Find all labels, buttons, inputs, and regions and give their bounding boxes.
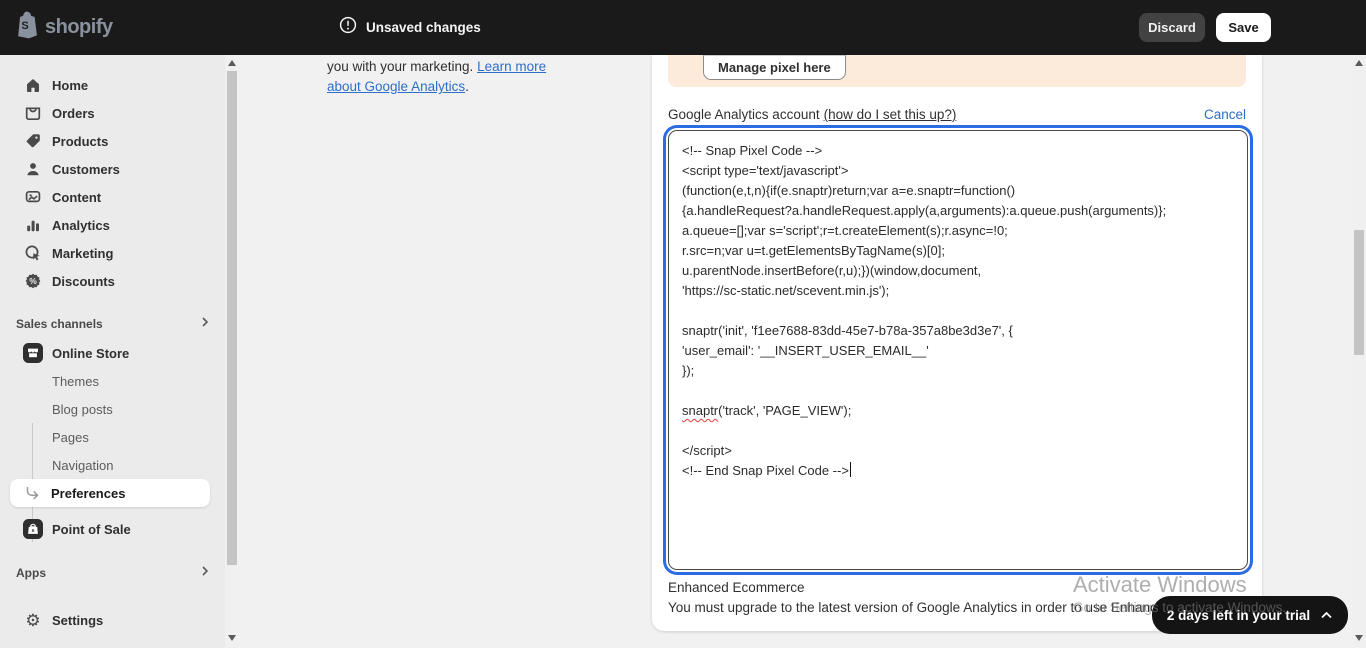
code-line: snaptr('track', 'PAGE_VIEW');: [682, 403, 852, 418]
cancel-link[interactable]: Cancel: [1204, 107, 1246, 122]
chevron-right-icon: [200, 315, 210, 333]
pixel-warning-banner: Manage pixel here: [668, 55, 1246, 87]
text-cursor: [849, 462, 852, 477]
how-do-i-set-this-up-link[interactable]: (how do I set this up?): [824, 107, 957, 122]
target-cursor-icon: [23, 243, 43, 263]
code-line: snaptr('init', 'f1ee7688-83dd-45e7-b78a-…: [682, 323, 1013, 338]
bar-chart-icon: [23, 215, 43, 235]
person-icon: [23, 159, 43, 179]
sidebar-header-apps[interactable]: Apps: [16, 559, 210, 587]
enhanced-ecommerce-title: Enhanced Ecommerce: [668, 580, 805, 595]
chevron-right-icon: [200, 564, 210, 582]
code-line: </script>: [682, 443, 732, 458]
sidebar-item-discounts[interactable]: % Discounts: [8, 267, 217, 295]
code-line: <script type='text/javascript'>: [682, 163, 849, 178]
svg-text:S: S: [21, 20, 28, 32]
sidebar-item-settings[interactable]: ⚙ Settings: [8, 606, 217, 634]
ga-account-row: Google Analytics account (how do I set th…: [668, 107, 1246, 122]
trial-countdown-pill[interactable]: 2 days left in your trial: [1152, 596, 1348, 634]
unsaved-changes-label: Unsaved changes: [366, 20, 481, 35]
ga-account-label: Google Analytics account (how do I set th…: [668, 107, 957, 122]
sidebar-item-home[interactable]: Home: [8, 71, 217, 99]
scroll-up-arrow-icon[interactable]: [1355, 60, 1363, 66]
image-icon: [23, 187, 43, 207]
code-line: 'user_email': '__INSERT_USER_EMAIL__': [682, 343, 929, 358]
sidebar: Home Orders Products Customers Content A…: [0, 55, 239, 648]
sidebar-scrollbar[interactable]: [225, 55, 239, 648]
sidebar-item-pages[interactable]: Pages: [8, 423, 217, 451]
sidebar-item-customers[interactable]: Customers: [8, 155, 217, 183]
return-arrow-icon: [22, 483, 42, 503]
gear-icon: ⚙: [25, 610, 41, 630]
sidebar-item-point-of-sale[interactable]: s Point of Sale: [8, 515, 217, 543]
trial-label: 2 days left in your trial: [1166, 607, 1311, 623]
shopify-logo[interactable]: S shopify: [14, 0, 113, 55]
pixel-code-textarea[interactable]: <!-- Snap Pixel Code --> <script type='te…: [668, 130, 1248, 570]
code-line: });: [682, 363, 695, 378]
code-line: a.queue=[];var s='script';r=t.createElem…: [682, 223, 1008, 238]
discount-badge-icon: %: [23, 271, 43, 291]
sidebar-item-orders[interactable]: Orders: [8, 99, 217, 127]
discard-button[interactable]: Discard: [1139, 13, 1205, 42]
code-line: u.parentNode.insertBefore(r,u);})(window…: [682, 263, 982, 278]
chevron-up-icon: [1320, 608, 1333, 623]
point-of-sale-icon: s: [23, 519, 43, 539]
scroll-down-arrow-icon[interactable]: [228, 635, 236, 641]
shopify-bag-icon: S: [14, 11, 39, 44]
sidebar-item-content[interactable]: Content: [8, 183, 217, 211]
code-line: {a.handleRequest?a.handleRequest.apply(a…: [682, 203, 1167, 218]
code-line: (function(e,t,n){if(e.snaptr)return;var …: [682, 183, 1016, 198]
manage-pixel-button[interactable]: Manage pixel here: [703, 55, 846, 80]
code-line: <!-- End Snap Pixel Code -->: [682, 461, 1234, 481]
sidebar-scrollbar-thumb[interactable]: [227, 71, 237, 565]
home-icon: [23, 75, 43, 95]
sidebar-item-preferences[interactable]: Preferences: [10, 479, 210, 507]
sidebar-item-navigation[interactable]: Navigation: [8, 451, 217, 479]
code-line: r.src=n;var u=t.getElementsByTagName(s)[…: [682, 243, 945, 258]
save-button[interactable]: Save: [1216, 13, 1271, 42]
unsaved-changes-status: Unsaved changes: [339, 0, 481, 55]
shopify-wordmark: shopify: [45, 16, 113, 38]
code-line: <!-- Snap Pixel Code -->: [682, 143, 823, 158]
page-scrollbar[interactable]: [1352, 55, 1366, 648]
description-text: you with your marketing.: [327, 59, 478, 74]
topbar: S shopify Unsaved changes Discard Save: [0, 0, 1366, 55]
page-scrollbar-thumb[interactable]: [1354, 230, 1364, 355]
scroll-down-arrow-icon[interactable]: [1355, 635, 1363, 641]
alert-circle-icon: [339, 16, 357, 39]
sidebar-item-products[interactable]: Products: [8, 127, 217, 155]
shopify-admin-screen: S shopify Unsaved changes Discard Save H…: [0, 0, 1366, 648]
sidebar-item-marketing[interactable]: Marketing: [8, 239, 217, 267]
svg-text:s: s: [31, 528, 34, 534]
orders-icon: [23, 103, 43, 123]
sidebar-item-blog-posts[interactable]: Blog posts: [8, 395, 217, 423]
sidebar-item-online-store[interactable]: Online Store: [8, 339, 217, 367]
scroll-up-arrow-icon[interactable]: [228, 60, 236, 66]
sidebar-header-sales-channels[interactable]: Sales channels: [16, 310, 210, 338]
tag-icon: [23, 131, 43, 151]
storefront-icon: [23, 343, 43, 363]
google-analytics-card: Manage pixel here Google Analytics accou…: [652, 55, 1262, 631]
code-line: 'https://sc-static.net/scevent.min.js');: [682, 283, 890, 298]
svg-text:%: %: [29, 276, 37, 286]
google-analytics-description: you with your marketing. Learn more abou…: [327, 59, 547, 94]
sidebar-item-analytics[interactable]: Analytics: [8, 211, 217, 239]
sidebar-item-themes[interactable]: Themes: [8, 367, 217, 395]
